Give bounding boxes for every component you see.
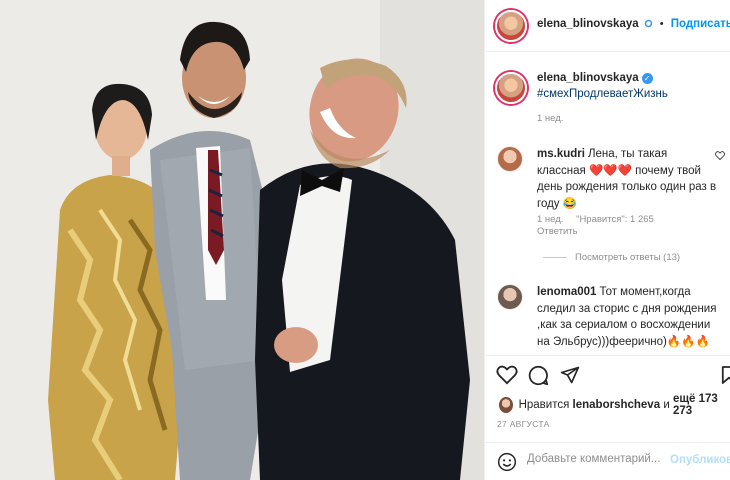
action-bar <box>485 355 730 393</box>
comment-username[interactable]: lenoma001 <box>537 286 596 298</box>
caption-hashtag[interactable]: #смехПродлеваетЖизнь <box>537 88 668 100</box>
comment-input[interactable] <box>527 453 667 465</box>
verified-icon: ✓ <box>641 72 653 84</box>
comment-likes-count[interactable]: "Нравится": 1 265 <box>576 214 654 225</box>
replies-divider <box>543 257 567 258</box>
hearts-emoji: ❤️❤️❤️ <box>588 164 632 177</box>
header-row: elena_blinovskaya • Подписаться <box>537 18 730 30</box>
comment-like-icon[interactable] <box>715 151 725 162</box>
reply-link[interactable]: Ответить <box>537 226 578 237</box>
author-username[interactable]: elena_blinovskaya <box>537 18 639 30</box>
post-panel: elena_blinovskaya • Подписаться elena_bl… <box>484 0 730 480</box>
likes-prefix: Нравится <box>518 399 570 411</box>
post-photo[interactable] <box>0 0 484 480</box>
comment-meta: 1 нед. "Нравится": 1 265 <box>537 214 654 225</box>
photo-illustration <box>0 0 484 480</box>
liker-username[interactable]: lenaborshcheva <box>573 399 661 411</box>
comment-text: lenoma001 Тот момент,когда следил за стор… <box>537 284 717 350</box>
bookmark-icon[interactable] <box>721 365 730 388</box>
add-comment-bar: Опубликовать <box>485 442 730 480</box>
caption-author-row: elena_blinovskaya ✓ <box>537 72 653 84</box>
caption-avatar[interactable] <box>495 72 527 104</box>
view-replies-label[interactable]: Посмотреть ответы (13) <box>575 252 680 263</box>
post-header: elena_blinovskaya • Подписаться <box>485 0 730 52</box>
caption-username[interactable]: elena_blinovskaya <box>537 72 639 84</box>
post-date[interactable]: 27 АВГУСТА <box>497 419 550 429</box>
publish-button[interactable]: Опубликовать <box>670 454 730 466</box>
likes-row: Нравится lenaborshcheva и ещё 173 273 <box>499 393 730 417</box>
liker-avatar[interactable] <box>499 397 513 413</box>
share-icon[interactable] <box>560 365 580 388</box>
caption-time[interactable]: 1 нед. <box>537 113 563 124</box>
emoji-icon[interactable] <box>497 452 517 475</box>
comment-username[interactable]: ms.kudri <box>537 148 585 160</box>
likes-conj: и <box>663 399 670 411</box>
story-ring-icon <box>644 19 653 28</box>
view-replies-link[interactable]: Посмотреть ответы (13) <box>543 252 680 263</box>
heart-icon[interactable] <box>496 365 518 388</box>
author-avatar[interactable] <box>495 10 527 42</box>
comment-time[interactable]: 1 нед. <box>537 214 563 225</box>
commenter-avatar[interactable] <box>497 284 523 310</box>
follow-button[interactable]: Подписаться <box>671 18 730 30</box>
comment-icon[interactable] <box>528 365 549 389</box>
likes-count[interactable]: ещё 173 273 <box>673 393 730 417</box>
header-separator: • <box>659 18 664 30</box>
comment-text: ms.kudri Лена, ты такая классная ❤️❤️❤️ п… <box>537 146 717 212</box>
commenter-avatar[interactable] <box>497 146 523 172</box>
